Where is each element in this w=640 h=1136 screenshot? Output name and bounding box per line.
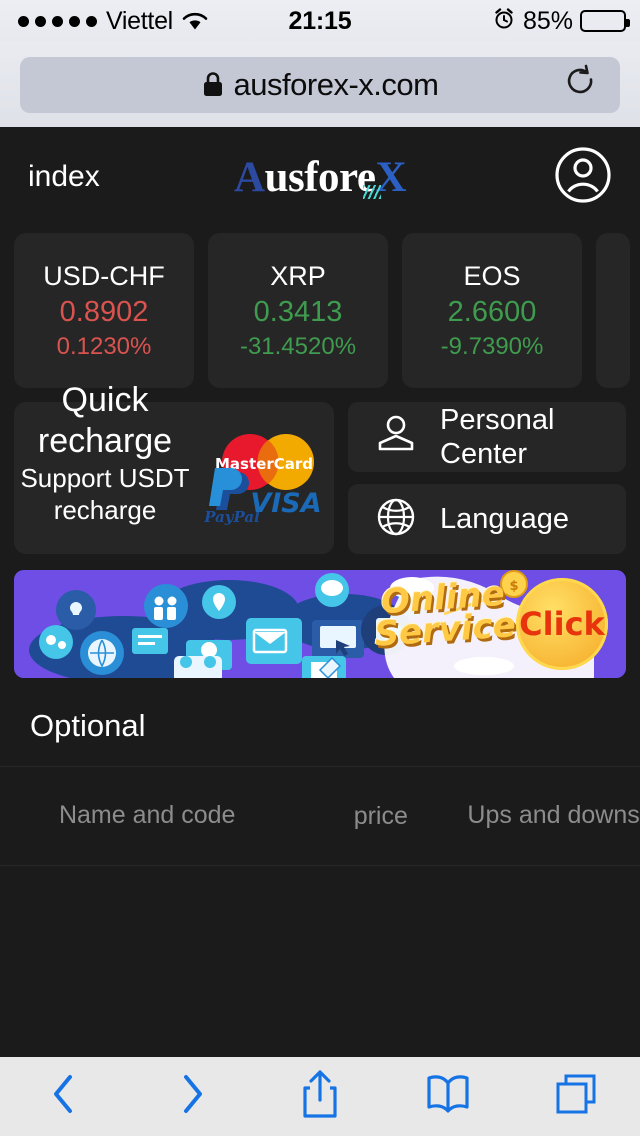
status-bar: Viettel 21:15 85% — [0, 0, 640, 42]
browser-tabs-button[interactable] — [512, 1070, 640, 1123]
status-bar-left: Viettel — [0, 7, 218, 36]
side-buttons: Personal Center Language — [348, 402, 626, 554]
quick-recharge-text: Quick recharge Support USDT recharge — [10, 380, 200, 526]
browser-bookmarks-button[interactable] — [384, 1071, 512, 1122]
safari-toolbar — [0, 1057, 640, 1136]
banner-title: Online Service — [342, 574, 546, 655]
column-header-name: Name and code — [58, 801, 236, 830]
battery-percent: 85% — [522, 6, 573, 35]
quick-recharge-title: Quick recharge — [37, 381, 173, 461]
app-header: index Ausfore X — [0, 127, 640, 227]
online-service-banner[interactable]: $ Online Service Click — [14, 570, 626, 678]
url-text: ausforex-x.com — [233, 66, 439, 102]
status-bar-clock: 21:15 — [288, 6, 352, 35]
personal-center-label: Personal Center — [440, 403, 555, 470]
logo-part-a: A — [234, 153, 265, 201]
phone-screen: Viettel 21:15 85% ausforex-x.com index A… — [0, 0, 640, 1136]
signal-strength-icon — [18, 15, 97, 27]
web-page-content: index Ausfore X USD-CHF 0.8902 0.1230% X… — [0, 127, 640, 1057]
globe-icon — [374, 495, 418, 544]
ticker-card[interactable]: USD-CHF 0.8902 0.1230% — [14, 233, 194, 388]
ticker-name: EOS — [463, 260, 521, 291]
book-icon — [423, 1071, 473, 1122]
quick-actions-row: Quick recharge Support USDT recharge Mas… — [0, 381, 640, 554]
ticker-price: 2.6600 — [447, 295, 537, 328]
ticker-row[interactable]: USD-CHF 0.8902 0.1230% XRP 0.3413 -31.45… — [0, 233, 640, 388]
language-button[interactable]: Language — [348, 484, 626, 554]
ticker-name: USD-CHF — [43, 260, 165, 291]
brand-logo: Ausfore X — [218, 153, 422, 202]
ticker-card-partial[interactable] — [596, 233, 630, 388]
ticker-change: 0.1230% — [56, 332, 152, 360]
browser-back-button[interactable] — [0, 1071, 128, 1122]
back-chevron-icon — [44, 1071, 84, 1122]
optional-table-header: Name and code price Ups and downs — [0, 766, 640, 866]
ticker-card[interactable]: EOS 2.6600 -9.7390% — [402, 233, 582, 388]
svg-text:VISA: VISA — [250, 488, 320, 519]
payment-logos: MasterCard PayPal VISA — [202, 428, 322, 528]
optional-section-title: Optional — [30, 708, 146, 743]
ticker-change: -31.4520% — [239, 332, 357, 360]
column-header-price: price — [353, 801, 408, 830]
tabs-icon — [552, 1070, 600, 1123]
page-title: index — [28, 160, 100, 193]
logo-accent-lines — [363, 184, 382, 199]
reload-icon[interactable] — [564, 63, 598, 106]
logo-part-mid: usfore — [264, 153, 376, 201]
ticker-price: 0.3413 — [253, 295, 343, 328]
ticker-change: -9.7390% — [440, 332, 544, 360]
carrier-name: Viettel — [106, 6, 173, 35]
forward-chevron-icon — [172, 1071, 212, 1122]
column-header-change: Ups and downs — [467, 801, 640, 830]
url-bar[interactable]: ausforex-x.com — [20, 56, 620, 113]
wifi-icon — [182, 11, 208, 31]
ticker-name: XRP — [270, 260, 326, 291]
battery-icon — [579, 10, 630, 32]
ticker-price: 0.8902 — [59, 295, 149, 328]
banner-click-button[interactable]: Click — [516, 578, 608, 670]
personal-center-button[interactable]: Personal Center — [348, 402, 626, 472]
logo-part-x: X — [363, 154, 406, 201]
user-avatar-icon — [554, 146, 612, 209]
ticker-card[interactable]: XRP 0.3413 -31.4520% — [208, 233, 388, 388]
alarm-clock-icon — [492, 7, 516, 36]
status-bar-right: 85% — [422, 7, 640, 36]
quick-recharge-card[interactable]: Quick recharge Support USDT recharge Mas… — [14, 381, 334, 554]
browser-share-button[interactable] — [256, 1068, 384, 1125]
browser-forward-button[interactable] — [128, 1071, 256, 1122]
language-label: Language — [440, 502, 570, 535]
lock-icon — [202, 71, 224, 98]
browser-url-bar-container: ausforex-x.com — [0, 42, 640, 127]
person-icon — [374, 413, 418, 462]
account-button[interactable] — [422, 146, 612, 209]
optional-section: Optional Name and code price Ups and dow… — [0, 708, 640, 866]
share-icon — [298, 1068, 342, 1125]
quick-recharge-subtitle: Support USDT recharge — [20, 462, 190, 525]
